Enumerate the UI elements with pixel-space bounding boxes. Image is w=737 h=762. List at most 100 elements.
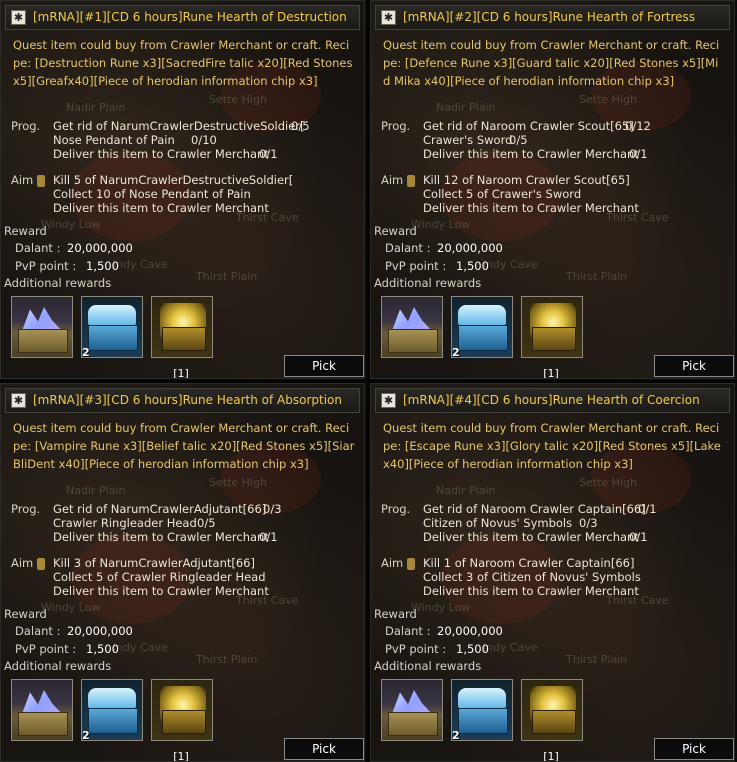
prog-line-1: Get rid of Naroom Crawler Scout[65]: [423, 119, 634, 133]
prog-count-2: 0/10: [191, 133, 217, 147]
quest-scroll-icon: ✱: [11, 393, 26, 408]
prog-count-3: 0/1: [629, 147, 648, 161]
additional-rewards-label: Additional rewards: [4, 276, 112, 290]
reward-slot-3[interactable]: [521, 296, 583, 358]
aim-line-3: Deliver this item to Crawler Merchant: [423, 584, 639, 598]
aim-info-icon: [37, 558, 45, 570]
prog-count-3: 0/1: [259, 530, 278, 544]
reward-slot-1[interactable]: [381, 679, 443, 741]
blue-chest-icon: [458, 688, 506, 708]
reward-label: Reward: [374, 224, 417, 238]
pick-button[interactable]: Pick: [284, 738, 364, 760]
aim-line-1: Kill 5 of NarumCrawlerDestructiveSoldier…: [53, 173, 294, 187]
page-indicator: [1]: [543, 750, 559, 762]
chest-box: [532, 327, 576, 351]
reward-label: Reward: [4, 224, 47, 238]
quest-title: [mRNA][#4][CD 6 hours]Rune Hearth of Coe…: [403, 393, 700, 407]
pick-button[interactable]: Pick: [654, 355, 734, 377]
reward-slot-1[interactable]: [11, 296, 73, 358]
page-indicator: [1]: [173, 367, 189, 379]
pvp-label: PvP point :: [385, 259, 447, 273]
quest-titlebar: ✱ [mRNA][#3][CD 6 hours]Rune Hearth of A…: [5, 388, 360, 413]
pick-button[interactable]: Pick: [284, 355, 364, 377]
reward-label: Reward: [374, 607, 417, 621]
map-label-windy-cave: indy Cave: [483, 641, 538, 654]
quest-description: Quest item could buy from Crawler Mercha…: [383, 38, 720, 88]
map-label-windy: Windy Low: [411, 601, 471, 614]
aim-line-2: Collect 3 of Citizen of Novus' Symbols: [423, 570, 641, 584]
pvp-label: PvP point :: [15, 259, 77, 273]
prog-count-2: 0/3: [579, 516, 598, 530]
prog-line-2: Citizen of Novus' Symbols: [423, 516, 573, 530]
map-label-sette: Sette High: [209, 476, 267, 489]
reward-slot-2[interactable]: 2: [451, 679, 513, 742]
dalant-value: 20,000,000: [437, 624, 503, 638]
pvp-value: 1,500: [456, 259, 489, 273]
prog-count-1: 0/12: [625, 119, 651, 133]
chest-box: [18, 329, 68, 353]
aim-label: Aim: [11, 556, 34, 570]
quest-title: [mRNA][#2][CD 6 hours]Rune Hearth of For…: [403, 10, 696, 24]
chest-box: [18, 712, 68, 736]
prog-line-3: Deliver this item to Crawler Merchant: [53, 147, 269, 161]
aim-line-1: Kill 12 of Naroom Crawler Scout[65]: [423, 173, 630, 187]
prog-count-3: 0/1: [259, 147, 278, 161]
reward-slot-1[interactable]: [11, 679, 73, 741]
quest-description: Quest item could buy from Crawler Mercha…: [383, 421, 721, 471]
map-label-windy: Windy Low: [41, 601, 101, 614]
prog-label: Prog.: [381, 502, 411, 516]
reward-slot-2[interactable]: 2: [81, 296, 143, 359]
pick-button[interactable]: Pick: [654, 738, 734, 760]
dalant-value: 20,000,000: [67, 624, 133, 638]
blue-chest-icon: [458, 305, 506, 325]
aim-line-2: Collect 10 of Nose Pendant of Pain: [53, 187, 251, 201]
quest-description: Quest item could buy from Crawler Mercha…: [13, 421, 355, 471]
quest-panel-1: Nadir Plain Sette High Windy Low Thirst …: [0, 0, 365, 379]
reward-slot-3[interactable]: [151, 679, 213, 741]
map-label-windy: Windy Low: [411, 218, 471, 231]
aim-line-2: Collect 5 of Crawer's Sword: [423, 187, 582, 201]
prog-line-2: Nose Pendant of Pain: [53, 133, 175, 147]
dalant-label: Dalant :: [15, 624, 61, 638]
pvp-label: PvP point :: [15, 642, 77, 656]
quest-titlebar: ✱ [mRNA][#2][CD 6 hours]Rune Hearth of F…: [375, 5, 730, 30]
prog-count-1: 0/3: [263, 502, 282, 516]
reward-slot-3[interactable]: [151, 296, 213, 358]
aim-line-1: Kill 3 of NarumCrawlerAdjutant[66]: [53, 556, 255, 570]
chest-box: [88, 708, 138, 734]
quest-panel-4: Nadir Plain Sette High Windy Low Thirst …: [370, 383, 735, 762]
reward-quantity: 2: [452, 729, 460, 742]
reward-slot-1[interactable]: [381, 296, 443, 358]
map-label-thirst-plain: Thirst Plain: [566, 653, 628, 666]
aim-label: Aim: [11, 173, 34, 187]
reward-slot-2[interactable]: 2: [451, 296, 513, 359]
aim-info-icon: [407, 175, 415, 187]
quest-scroll-icon: ✱: [11, 10, 26, 25]
prog-count-2: 0/5: [509, 133, 528, 147]
reward-label: Reward: [4, 607, 47, 621]
chest-box: [88, 325, 138, 351]
prog-line-3: Deliver this item to Crawler Merchant: [423, 147, 639, 161]
additional-rewards-label: Additional rewards: [374, 276, 482, 290]
dalant-value: 20,000,000: [67, 241, 133, 255]
pvp-value: 1,500: [86, 642, 119, 656]
chest-box: [162, 327, 206, 351]
quest-title: [mRNA][#3][CD 6 hours]Rune Hearth of Abs…: [33, 393, 342, 407]
reward-quantity: 2: [82, 346, 90, 359]
quest-panel-2: Nadir Plain Sette High Windy Low Thirst …: [370, 0, 735, 379]
reward-slot-3[interactable]: [521, 679, 583, 741]
prog-count-3: 0/1: [629, 530, 648, 544]
pvp-value: 1,500: [86, 259, 119, 273]
prog-count-1: 0/5: [291, 119, 310, 133]
aim-line-3: Deliver this item to Crawler Merchant: [53, 201, 269, 215]
reward-slot-2[interactable]: 2: [81, 679, 143, 742]
page-indicator: [1]: [173, 750, 189, 762]
map-label-windy-cave: indy Cave: [113, 641, 168, 654]
page-indicator: [1]: [543, 367, 559, 379]
map-label-sette: Sette High: [209, 93, 267, 106]
map-label-sette: Sette High: [579, 476, 637, 489]
map-label-thirst-plain: Thirst Plain: [196, 653, 258, 666]
quest-scroll-icon: ✱: [381, 393, 396, 408]
aim-info-icon: [37, 175, 45, 187]
map-label-sette: Sette High: [579, 93, 637, 106]
